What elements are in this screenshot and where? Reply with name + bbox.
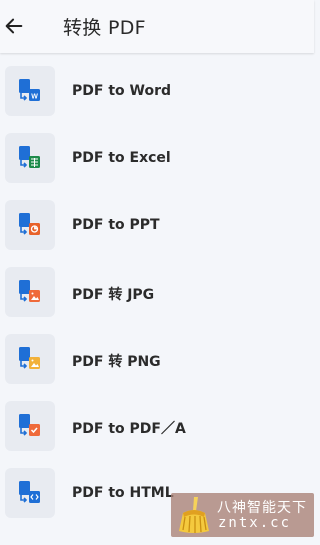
list-item-label: PDF to PPT (72, 217, 160, 233)
list-item-pdf-to-pdfa[interactable]: PDF to PDF／A (0, 394, 314, 454)
watermark: 八神智能天下 zntx.cc (171, 493, 314, 537)
app-bar: 转换 PDF (0, 0, 314, 53)
watermark-title: 八神智能天下 (217, 500, 307, 516)
svg-text:W: W (31, 94, 38, 101)
pdf-to-excel-icon (5, 133, 55, 183)
broom-logo-icon (179, 497, 209, 533)
pdf-to-jpg-icon (5, 267, 55, 317)
list-item-label: PDF to PDF／A (72, 421, 186, 437)
watermark-url: zntx.cc (218, 515, 292, 531)
list-item-pdf-to-excel[interactable]: PDF to Excel (0, 126, 314, 186)
list-item-pdf-to-png[interactable]: PDF 转 PNG (0, 327, 314, 387)
list-item-pdf-to-jpg[interactable]: PDF 转 JPG (0, 260, 314, 320)
pdf-to-ppt-icon (5, 200, 55, 250)
list-item-pdf-to-ppt[interactable]: PDF to PPT (0, 193, 314, 253)
list-item-label: PDF 转 JPG (72, 287, 155, 303)
back-button[interactable] (2, 10, 26, 42)
list-item-pdf-to-word[interactable]: W PDF to Word (0, 59, 314, 119)
arrow-left-icon (5, 18, 23, 34)
list-item-label: PDF to Word (72, 83, 171, 99)
page-title: 转换 PDF (63, 17, 146, 39)
pdf-to-pdfa-icon (5, 401, 55, 451)
pdf-to-html-icon (5, 468, 55, 518)
list-item-label: PDF to Excel (72, 150, 171, 166)
pdf-to-word-icon: W (5, 66, 55, 116)
pdf-to-png-icon (5, 334, 55, 384)
list-item-label: PDF 转 PNG (72, 354, 161, 370)
list-item-label: PDF to HTML (72, 485, 174, 501)
